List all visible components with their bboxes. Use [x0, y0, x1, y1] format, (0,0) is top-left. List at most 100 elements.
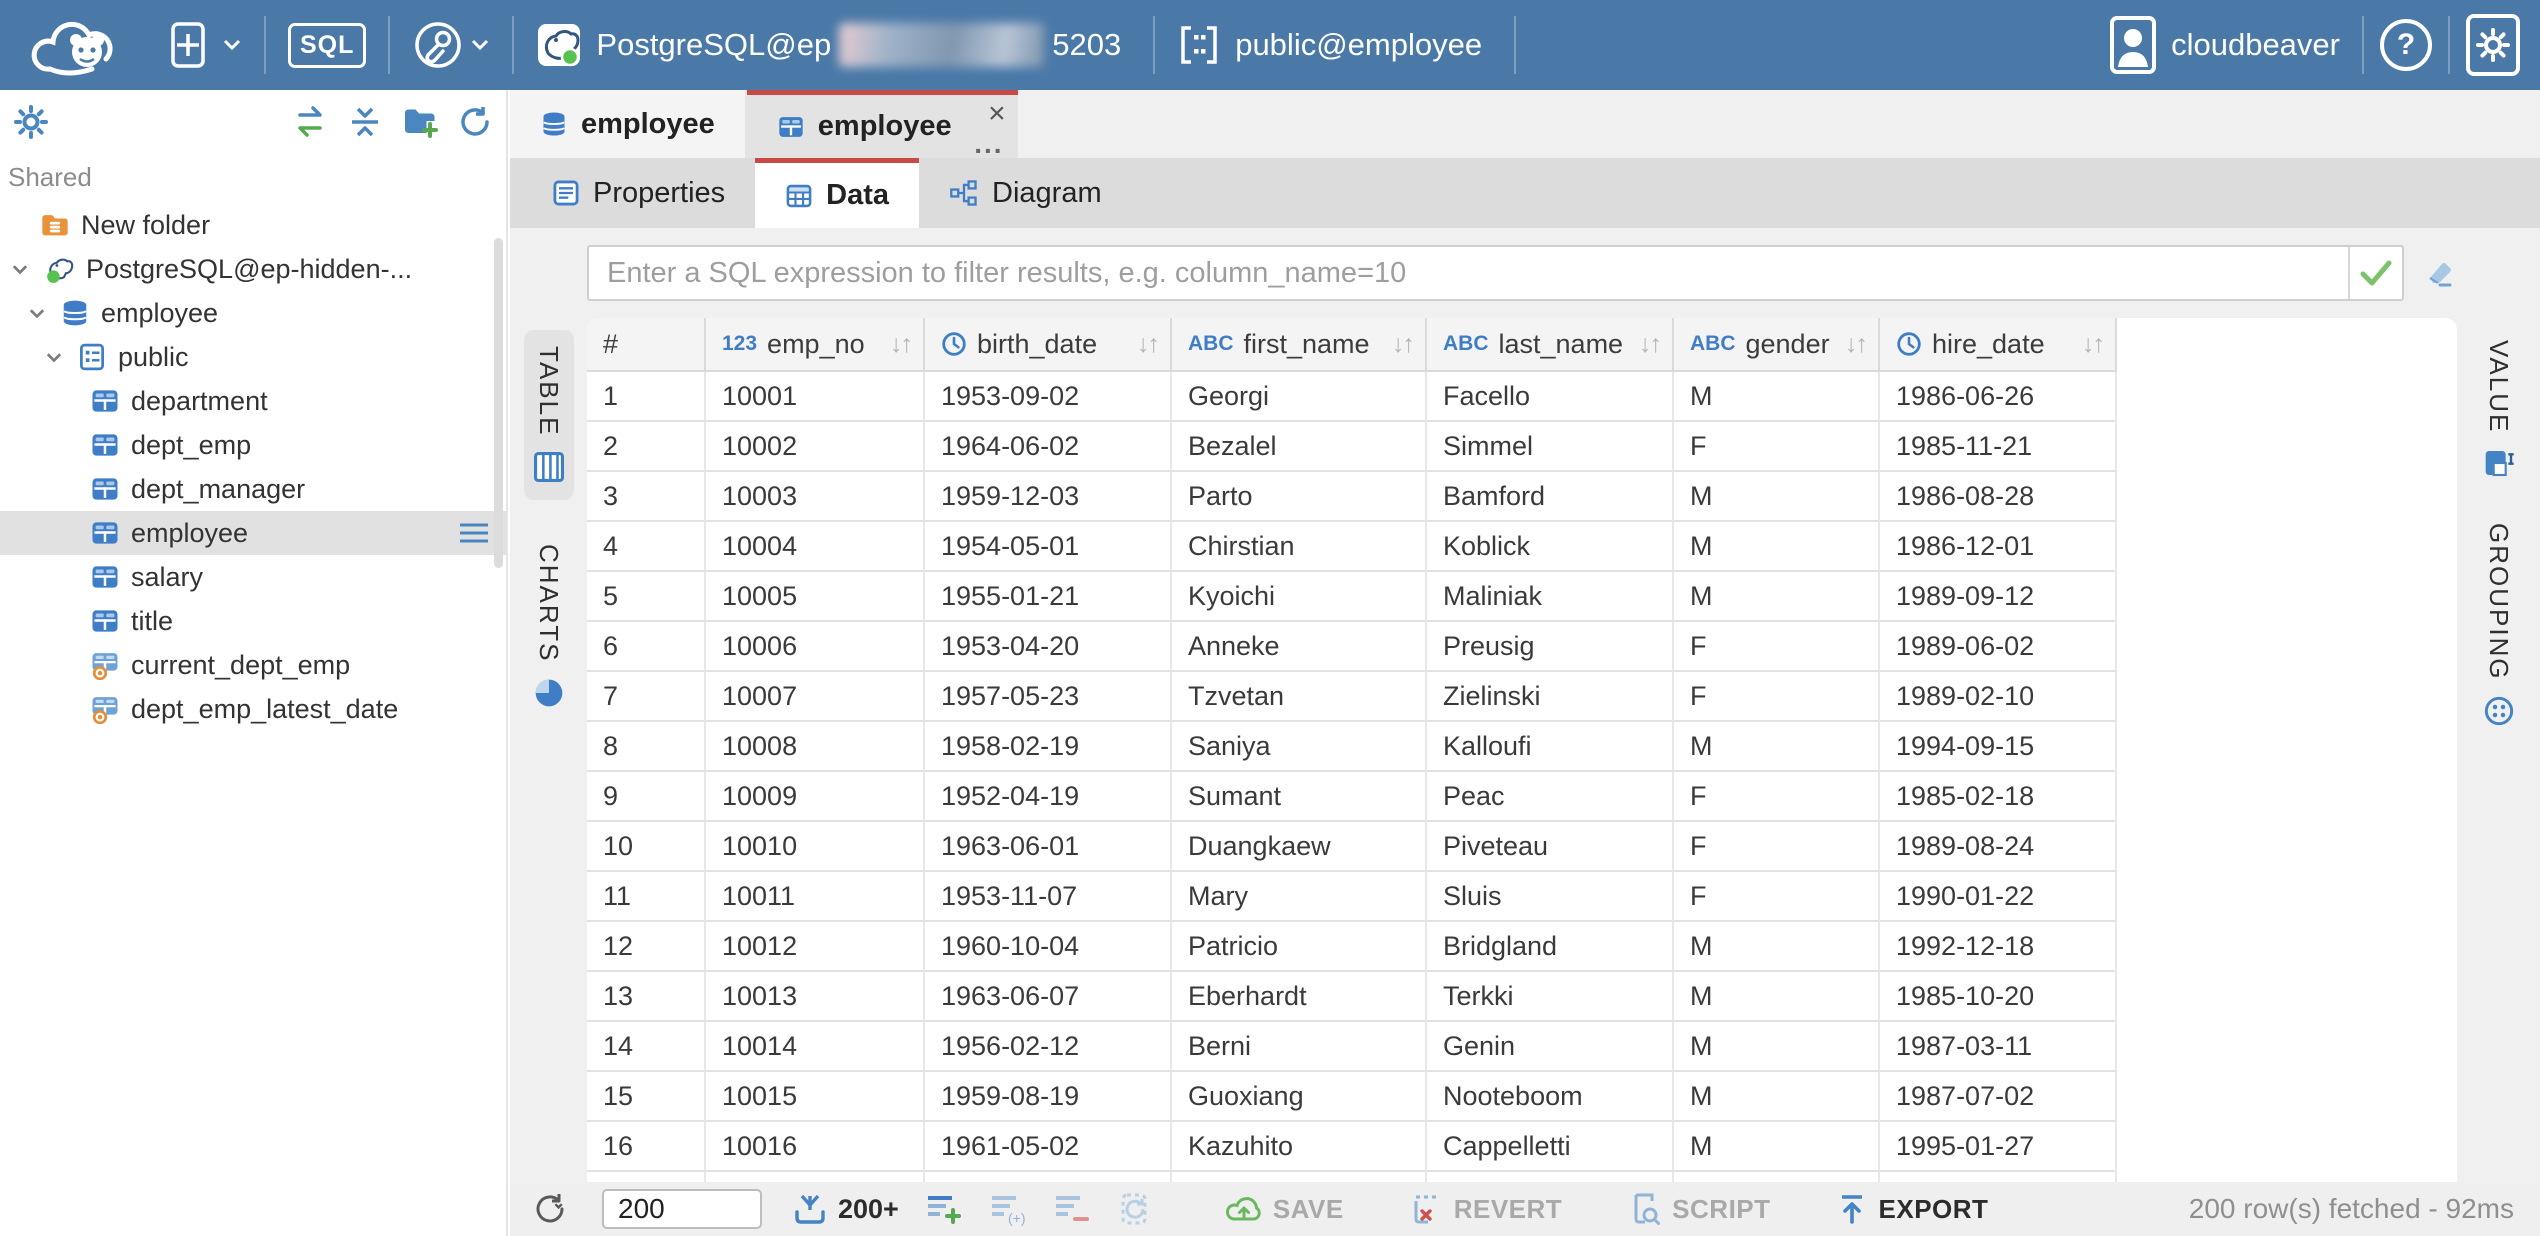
cell-last_name[interactable]: Koblick	[1427, 522, 1674, 572]
cell-emp_no[interactable]: 10011	[706, 872, 925, 922]
tab-data[interactable]: Data	[755, 158, 919, 228]
cell-hire_date[interactable]: 1989-09-12	[1880, 572, 2117, 622]
tab-table-presentation[interactable]: TABLE	[524, 330, 574, 500]
row-number-cell[interactable]: 16	[587, 1122, 706, 1172]
schema-selector[interactable]: public@employee	[1171, 16, 1488, 74]
tree-item-connection[interactable]: PostgreSQL@ep-hidden-...	[0, 247, 506, 291]
close-icon[interactable]: ×	[988, 97, 1006, 131]
apply-filter-button[interactable]	[2348, 247, 2402, 299]
cell-birth_date[interactable]: 1958-02-19	[925, 722, 1172, 772]
cell-gender[interactable]: M	[1674, 722, 1880, 772]
cell-gender[interactable]: M	[1674, 572, 1880, 622]
duplicate-row-button[interactable]: (+)	[983, 1192, 1033, 1226]
link-with-editor-button[interactable]	[292, 106, 328, 138]
cell-last_name[interactable]: Genin	[1427, 1022, 1674, 1072]
export-button[interactable]: EXPORT	[1825, 1192, 1999, 1226]
row-number-cell[interactable]: 14	[587, 1022, 706, 1072]
row-number-cell[interactable]: 9	[587, 772, 706, 822]
column-header-emp_no[interactable]: 123 emp_no ↓↑	[706, 318, 925, 372]
cell-first_name[interactable]: Eberhardt	[1172, 972, 1427, 1022]
cell-birth_date[interactable]: 1963-06-07	[925, 972, 1172, 1022]
cell-gender[interactable]: F	[1674, 672, 1880, 722]
row-number-cell[interactable]: 13	[587, 972, 706, 1022]
tab-properties[interactable]: Properties	[522, 158, 755, 228]
cell-emp_no[interactable]: 10013	[706, 972, 925, 1022]
cell-gender[interactable]: M	[1674, 1022, 1880, 1072]
cell-first_name[interactable]: Mary	[1172, 872, 1427, 922]
cell-birth_date[interactable]: 1960-10-04	[925, 922, 1172, 972]
tab-value-panel[interactable]: VALUE	[2483, 340, 2515, 479]
tab-diagram[interactable]: Diagram	[919, 158, 1132, 228]
cell-first_name[interactable]: Sumant	[1172, 772, 1427, 822]
cell-last_name[interactable]: Facello	[1427, 372, 1674, 422]
row-number-cell[interactable]: 3	[587, 472, 706, 522]
tab-charts-presentation[interactable]: CHARTS	[525, 528, 573, 724]
cell-first_name[interactable]: Guoxiang	[1172, 1072, 1427, 1122]
cell-birth_date[interactable]: 1959-08-19	[925, 1072, 1172, 1122]
cell-last_name[interactable]: Preusig	[1427, 622, 1674, 672]
cell-emp_no[interactable]: 10015	[706, 1072, 925, 1122]
cell-gender[interactable]: M	[1674, 472, 1880, 522]
cell-last_name[interactable]: Zielinski	[1427, 672, 1674, 722]
tree-item-table-title[interactable]: title	[0, 599, 506, 643]
cell-first_name[interactable]: Patricio	[1172, 922, 1427, 972]
cell-hire_date[interactable]: 1987-03-11	[1880, 1022, 2117, 1072]
cell-hire_date[interactable]: 1989-02-10	[1880, 672, 2117, 722]
cell-last_name[interactable]: Kalloufi	[1427, 722, 1674, 772]
cell-birth_date[interactable]: 1954-05-01	[925, 522, 1172, 572]
tab-database-employee[interactable]: employee	[510, 90, 747, 158]
cell-emp_no[interactable]: 10009	[706, 772, 925, 822]
column-header-gender[interactable]: ABC gender ↓↑	[1674, 318, 1880, 372]
user-menu[interactable]: cloudbeaver	[2103, 9, 2346, 81]
cell-gender[interactable]: M	[1674, 372, 1880, 422]
cell-emp_no[interactable]: 10003	[706, 472, 925, 522]
cell-emp_no[interactable]: 10002	[706, 422, 925, 472]
connection-selector[interactable]: PostgreSQL@ep5203	[530, 16, 1127, 74]
cell-gender[interactable]: F	[1674, 822, 1880, 872]
cell-emp_no[interactable]: 10004	[706, 522, 925, 572]
tab-table-employee[interactable]: employee × ...	[747, 90, 1018, 158]
cell-hire_date[interactable]: 1994-09-15	[1880, 722, 2117, 772]
navigator-settings-button[interactable]	[14, 105, 48, 139]
cell-emp_no[interactable]: 10007	[706, 672, 925, 722]
help-button[interactable]: ?	[2380, 19, 2432, 71]
add-row-button[interactable]	[919, 1192, 969, 1226]
cell-first_name[interactable]: Parto	[1172, 472, 1427, 522]
refresh-result-button[interactable]	[526, 1191, 578, 1227]
cell-birth_date[interactable]: 1959-12-03	[925, 472, 1172, 522]
tree-item-table-employee[interactable]: employee	[0, 511, 506, 555]
row-number-cell[interactable]: 2	[587, 422, 706, 472]
sort-icon[interactable]: ↓↑	[1845, 330, 1866, 359]
cell-birth_date[interactable]: 1963-06-01	[925, 822, 1172, 872]
tree-item-database-employee[interactable]: employee	[0, 291, 506, 335]
cell-emp_no[interactable]: 10006	[706, 622, 925, 672]
cell-gender[interactable]: F	[1674, 422, 1880, 472]
delete-row-button[interactable]	[1047, 1192, 1097, 1226]
cell-last_name[interactable]: Bridgland	[1427, 922, 1674, 972]
tree-item-view-current_dept_emp[interactable]: current_dept_emp	[0, 643, 506, 687]
cell-birth_date[interactable]: 1955-01-21	[925, 572, 1172, 622]
tree-item-table-salary[interactable]: salary	[0, 555, 506, 599]
cell-hire_date[interactable]: 1985-11-21	[1880, 422, 2117, 472]
clear-filter-button[interactable]	[2420, 254, 2458, 292]
cell-hire_date[interactable]: 1990-01-22	[1880, 872, 2117, 922]
chevron-down-icon[interactable]	[8, 258, 32, 280]
cell-gender[interactable]: M	[1674, 972, 1880, 1022]
cell-gender[interactable]: F	[1674, 772, 1880, 822]
cell-first_name[interactable]: Berni	[1172, 1022, 1427, 1072]
cell-emp_no[interactable]: 10016	[706, 1122, 925, 1172]
cell-last_name[interactable]: Terkki	[1427, 972, 1674, 1022]
row-number-cell[interactable]: 1	[587, 372, 706, 422]
new-folder-button[interactable]	[402, 106, 438, 138]
tree-item-table-dept_manager[interactable]: dept_manager	[0, 467, 506, 511]
cell-emp_no[interactable]: 10008	[706, 722, 925, 772]
cell-hire_date[interactable]: 1989-06-02	[1880, 622, 2117, 672]
tree-item-new-folder[interactable]: New folder	[0, 203, 506, 247]
column-header-hire_date[interactable]: hire_date ↓↑	[1880, 318, 2117, 372]
cell-emp_no[interactable]: 10001	[706, 372, 925, 422]
cell-emp_no[interactable]: 10005	[706, 572, 925, 622]
cell-last_name[interactable]: Sluis	[1427, 872, 1674, 922]
sort-icon[interactable]: ↓↑	[2082, 330, 2103, 359]
revert-button[interactable]: REVERT	[1398, 1191, 1572, 1227]
refresh-button[interactable]	[458, 105, 492, 139]
